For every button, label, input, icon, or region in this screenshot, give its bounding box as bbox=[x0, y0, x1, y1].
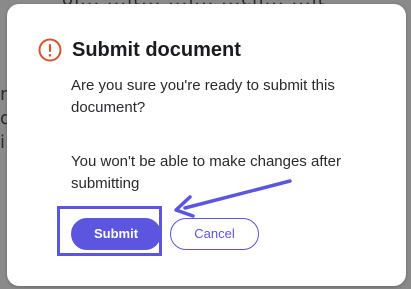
alert-circle-icon bbox=[38, 38, 62, 62]
cancel-button[interactable]: Cancel bbox=[170, 218, 259, 250]
submit-highlight-box bbox=[57, 206, 162, 256]
dialog-title: Submit document bbox=[72, 38, 241, 61]
dialog-header: Submit document bbox=[38, 38, 241, 62]
dialog-message: Are you sure you're ready to submit this… bbox=[71, 77, 335, 116]
dialog-warning: You won't be able to make changes after … bbox=[71, 153, 341, 192]
